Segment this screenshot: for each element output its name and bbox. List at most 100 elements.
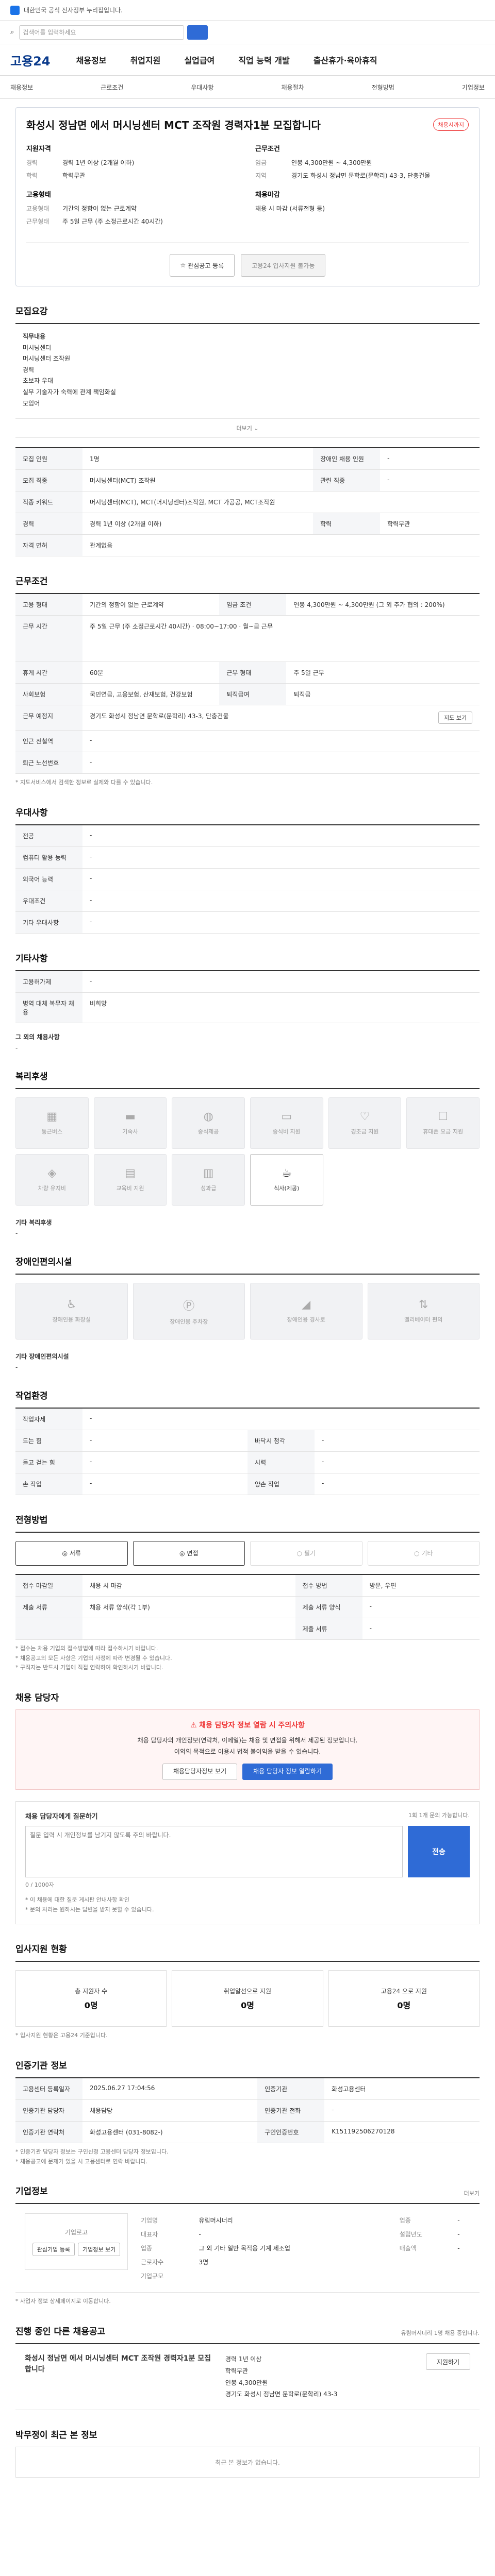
recruit-section: 모집요강 직무내용 머시닝센터 머시닝센터 조작원 경력 초보자 우대 실무 기…	[15, 304, 480, 557]
star-icon: ☆	[180, 262, 188, 269]
agency-section: 인증기관 정보 고용센터 등록일자 2025.06.27 17:04:56 인증기관…	[15, 2058, 480, 2166]
company-logo: 기업로고 관심기업 등록 기업정보 보기	[25, 2213, 128, 2270]
conditions-heading: 근무조건	[255, 145, 280, 153]
recent-section: 진행 중인 다른 채용공고 유림머시너리 1명 채용 중입니다. 화성시 정남면 …	[15, 2324, 480, 2411]
contact-open-button[interactable]: 채용 담당자 정보 열람하기	[242, 1764, 333, 1781]
card-icon: ▭	[281, 1110, 292, 1124]
select-table: 접수 마감일 채용 시 마감 접수 방법 방문, 우편 제출 서류 채용 서류 양식(각…	[15, 1573, 480, 1640]
company-more-link[interactable]: 더보기	[464, 2189, 480, 2199]
gnb-leave[interactable]: 출산휴가·육아휴직	[314, 54, 377, 66]
chip-document: ◎ 서류	[15, 1540, 128, 1566]
global-nav: 고용24 채용정보 취업지원 실업급여 직업 능력 개발 출산휴가·육아휴직	[0, 44, 495, 76]
subnav-select[interactable]: 전형방법	[372, 83, 394, 92]
recent-apply-button[interactable]: 지원하기	[425, 2353, 471, 2370]
toilet-icon: ♿	[66, 1298, 77, 1312]
job-description: 직무내용 머시닝센터 머시닝센터 조작원 경력 초보자 우대 실무 기술자가 숙…	[15, 323, 480, 419]
cup-icon: ☕	[281, 1167, 292, 1180]
ask-box: 채용 담당자에게 질문하기1회 1개 문의 가능합니다. 전송 0 / 1000…	[15, 1801, 480, 1925]
qualification-heading: 지원자격	[26, 145, 51, 153]
facility-tile: ⇅ 엘리베이터 편의	[367, 1282, 480, 1340]
employment-type-heading: 고용형태	[26, 191, 51, 199]
pref-section: 우대사항 전공 - 컴퓨터 활용 능력 - 외국어 능력 - 우대조건 - 기타 우대사…	[15, 805, 480, 934]
bookmark-button[interactable]: ☆ 관심공고 등록	[169, 254, 235, 277]
welfare-tile: ◈ 차량 유지비	[15, 1154, 89, 1206]
gov-banner: 대한민국 공식 전자정부 누리집입니다.	[0, 0, 495, 21]
car-icon: ◈	[47, 1167, 57, 1180]
conditions-table: 고용 형태 기간의 정함이 없는 근로계약 임금 조건 연봉 4,300만원 ~ 4,…	[15, 593, 480, 774]
company-section: 기업정보 더보기 기업로고 관심기업 등록 기업정보 보기 기업명 유림머시너리 업종…	[15, 2187, 480, 2305]
search-input[interactable]: 검색어를 입력하세요	[19, 25, 185, 40]
chart-icon: ▥	[203, 1167, 214, 1180]
building-icon: ▦	[46, 1110, 58, 1124]
contact-warning: ⚠ 채용 담당자 정보 열람 시 주의사항 채용 담당자의 개인정보(연락처, …	[15, 1709, 480, 1790]
map-button[interactable]: 지도 보기	[438, 711, 472, 724]
etc-section: 기타사항 고용허가제 - 병역 대체 복무자 채용 비희망 그 외의 채용사항 -	[15, 951, 480, 1052]
subnav: 채용정보 근로조건 우대사항 채용절차 전형방법 기업정보	[0, 76, 495, 99]
welfare-grid: ▦ 통근버스 ▬ 기숙사 ◍ 중식제공 ▭ 중식비 지원 ♡ 경조금 지원 ☐ 휴대폰 요금…	[15, 1088, 480, 1214]
subnav-company[interactable]: 기업정보	[462, 83, 485, 92]
subnav-conditions[interactable]: 근로조건	[101, 83, 123, 92]
company-info-button[interactable]: 기업정보 보기	[78, 2242, 121, 2256]
welfare-tile: ☐ 휴대폰 요금 지원	[406, 1097, 480, 1149]
search-icon: ⌕	[10, 28, 14, 36]
phone-icon: ☐	[438, 1110, 449, 1124]
welfare-tile: ▦ 통근버스	[15, 1097, 89, 1149]
welfare-tile: ▭ 중식비 지원	[250, 1097, 323, 1149]
welfare-tile: ▥ 성과급	[172, 1154, 245, 1206]
chip-written: ○ 필기	[250, 1540, 362, 1566]
company-table: 기업명 유림머시너리 업종 - 대표자 - 설립년도 - 업종 그 외 기타 일반 목적용 기…	[141, 2216, 460, 2280]
gnb-unemployment[interactable]: 실업급여	[184, 54, 214, 66]
welfare-tile: ▤ 교육비 지원	[93, 1154, 167, 1206]
welfare-tile: ▬ 기숙사	[93, 1097, 167, 1149]
ask-textarea[interactable]	[25, 1826, 403, 1878]
ask-send-button[interactable]: 전송	[408, 1826, 470, 1878]
gnb-training[interactable]: 직업 능력 개발	[238, 54, 289, 66]
etc-table: 고용허가제 - 병역 대체 복무자 채용 비희망	[15, 970, 480, 1023]
doc-icon: ▤	[125, 1167, 136, 1180]
more-button[interactable]: 더보기 ⌄	[15, 419, 480, 438]
subnav-recruit[interactable]: 채용정보	[10, 83, 33, 92]
welfare-tile: ♡ 경조금 지원	[328, 1097, 402, 1149]
company-follow-button[interactable]: 관심기업 등록	[32, 2242, 75, 2256]
chip-interview: ◎ 면접	[133, 1540, 245, 1566]
chip-other: ○ 기타	[367, 1540, 480, 1566]
gnb-jobs[interactable]: 채용정보	[76, 54, 107, 66]
disabled-section: 장애인편의시설 ♿ 장애인용 화장실 Ⓟ 장애인용 주차장 ◢ 장애인용 경사로 ⇅ 엘…	[15, 1255, 480, 1371]
chevron-down-icon: ⌄	[254, 425, 259, 432]
contact-section: 채용 담당자 ⚠ 채용 담당자 정보 열람 시 주의사항 채용 담당자의 개인정…	[15, 1690, 480, 1925]
alert-icon: ⚠	[190, 1721, 200, 1730]
welfare-tile: ◍ 중식제공	[172, 1097, 245, 1149]
contact-view-button[interactable]: 채용담당자정보 보기	[162, 1764, 238, 1781]
recruit-table: 모집 인원 1명 장애인 채용 인원 - 모집 직종 머시닝센터(MCT) 조작원 관련 …	[15, 447, 480, 557]
select-section: 전형방법 ◎ 서류 ◎ 면접 ○ 필기 ○ 기타 접수 마감일 채용 시 마감 접수…	[15, 1513, 480, 1673]
elevator-icon: ⇅	[419, 1298, 428, 1312]
recent-job-card[interactable]: 화성시 정남면 에서 머시닝센터 MCT 조작원 경력자1분 모집합니다	[25, 2353, 215, 2400]
heart-icon: ♡	[359, 1110, 370, 1124]
stat-referral: 취업알선으로 지원 0명	[172, 1970, 323, 2027]
gnb-employment-support[interactable]: 취업지원	[130, 54, 160, 66]
check-icon: ○	[296, 1549, 304, 1557]
welfare-section: 복리후생 ▦ 통근버스 ▬ 기숙사 ◍ 중식제공 ▭ 중식비 지원 ♡ 경조금 지원 ☐ 휴…	[15, 1069, 480, 1237]
facility-tile: ♿ 장애인용 화장실	[15, 1282, 128, 1340]
env-table: 작업자세 - 드는 힘 - 바닥시 청각 - 들고 걷는 힘 - 시력 - 손 작업 - 양손 작…	[15, 1407, 480, 1495]
job-summary-card: 화성시 정남면 에서 머시닝센터 MCT 조작원 경력자1분 모집합니다 채용시까…	[15, 107, 480, 286]
bed-icon: ▬	[125, 1110, 136, 1124]
search-button[interactable]	[187, 25, 208, 40]
meal-icon: ◍	[203, 1110, 213, 1124]
subnav-process[interactable]: 채용절차	[281, 83, 304, 92]
parking-icon: Ⓟ	[183, 1299, 195, 1313]
ramp-icon: ◢	[302, 1298, 311, 1312]
flag-icon	[10, 5, 20, 15]
status-section: 입사지원 현황 총 지원자 수 0명 취업알선으로 지원 0명 고용24 으로 지원…	[15, 1942, 480, 2041]
conditions-section: 근무조건 고용 형태 기간의 정함이 없는 근로계약 임금 조건 연봉 4,300만원…	[15, 574, 480, 788]
viewed-empty: 최근 본 정보가 없습니다.	[15, 2447, 480, 2478]
logo[interactable]: 고용24	[10, 51, 51, 69]
apply-disabled-button[interactable]: 고용24 입사지원 불가능	[241, 254, 326, 277]
stat-online: 고용24 으로 지원 0명	[328, 1970, 480, 2027]
facility-tile: Ⓟ 장애인용 주차장	[133, 1282, 245, 1340]
subnav-pref[interactable]: 우대사항	[191, 83, 213, 92]
check-icon: ◎	[179, 1549, 187, 1557]
check-icon: ◎	[62, 1549, 70, 1557]
pref-table: 전공 - 컴퓨터 활용 능력 - 외국어 능력 - 우대조건 - 기타 우대사항 -	[15, 824, 480, 934]
job-title: 화성시 정남면 에서 머시닝센터 MCT 조작원 경력자1분 모집합니다	[26, 119, 321, 131]
